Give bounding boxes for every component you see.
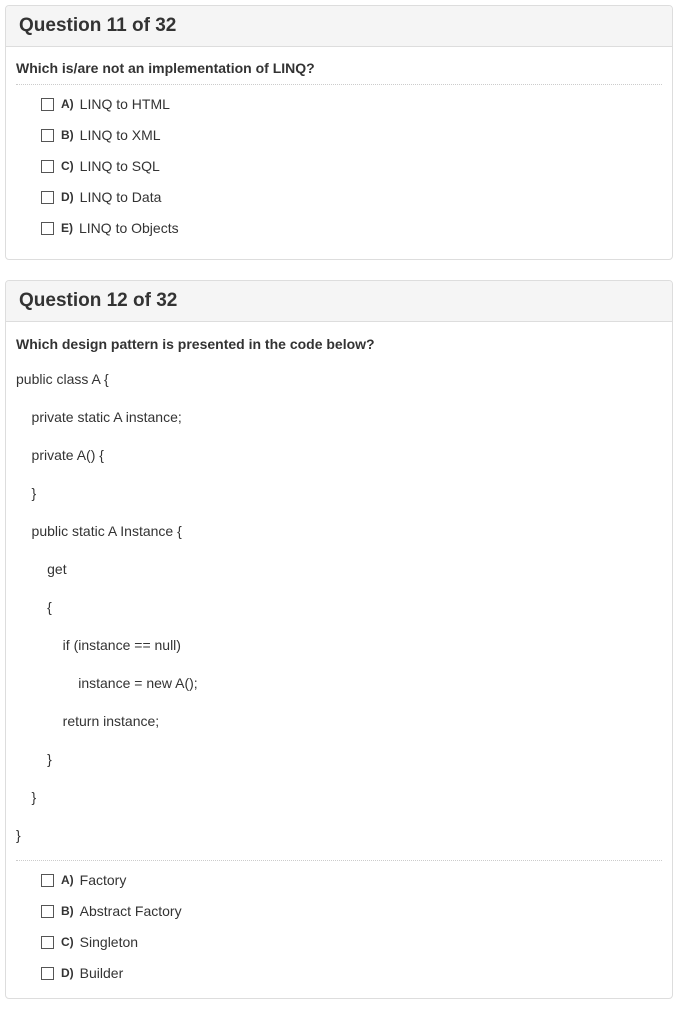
checkbox[interactable] — [41, 98, 54, 111]
question-panel: Question 12 of 32 Which design pattern i… — [5, 280, 673, 999]
code-line: return instance; — [16, 713, 160, 729]
answer-option-d[interactable]: D) LINQ to Data — [41, 182, 662, 213]
option-letter: A) — [61, 873, 74, 887]
answer-option-c[interactable]: C) Singleton — [41, 927, 662, 958]
answer-option-a[interactable]: A) LINQ to HTML — [41, 89, 662, 120]
option-text: Abstract Factory — [79, 903, 182, 919]
option-letter: C) — [61, 159, 74, 173]
question-text: Which design pattern is presented in the… — [16, 336, 375, 352]
code-line: } — [16, 827, 21, 843]
option-text: Singleton — [79, 934, 139, 950]
code-line: get — [16, 561, 67, 577]
checkbox[interactable] — [41, 905, 54, 918]
checkbox[interactable] — [41, 222, 54, 235]
answer-option-e[interactable]: E) LINQ to Objects — [41, 213, 662, 244]
checkbox[interactable] — [41, 160, 54, 173]
question-header: Question 11 of 32 — [6, 6, 672, 47]
question-title: Question 11 of 32 — [19, 15, 177, 36]
checkbox[interactable] — [41, 936, 54, 949]
question-title: Question 12 of 32 — [19, 290, 178, 311]
option-text: LINQ to Data — [79, 189, 162, 205]
code-line: { — [16, 599, 52, 615]
option-letter: A) — [61, 97, 74, 111]
question-body: Which is/are not an implementation of LI… — [6, 47, 672, 244]
checkbox[interactable] — [41, 129, 54, 142]
answer-option-d[interactable]: D) Builder — [41, 958, 662, 989]
code-line: } — [16, 485, 37, 501]
checkbox[interactable] — [41, 191, 54, 204]
answer-option-a[interactable]: A) Factory — [41, 865, 662, 896]
question-body: Which design pattern is presented in the… — [6, 322, 672, 989]
checkbox[interactable] — [41, 967, 54, 980]
option-letter: E) — [61, 221, 73, 235]
code-line: public class A { — [16, 371, 109, 387]
answer-option-b[interactable]: B) LINQ to XML — [41, 120, 662, 151]
code-line: private static A instance; — [16, 409, 182, 425]
option-text: Builder — [79, 965, 124, 981]
option-letter: D) — [61, 966, 74, 980]
code-line: private A() { — [16, 447, 104, 463]
code-line: instance = new A(); — [16, 675, 198, 691]
question-panel: Question 11 of 32 Which is/are not an im… — [5, 5, 673, 260]
option-text: LINQ to XML — [79, 127, 161, 143]
option-text: Factory — [79, 872, 127, 888]
option-text: LINQ to Objects — [79, 220, 179, 236]
option-text: LINQ to SQL — [79, 158, 160, 174]
option-letter: B) — [61, 128, 74, 142]
answer-options: A) Factory B) Abstract Factory C) Single… — [16, 861, 662, 989]
answer-option-c[interactable]: C) LINQ to SQL — [41, 151, 662, 182]
code-line: } — [16, 751, 52, 767]
option-letter: C) — [61, 935, 74, 949]
answer-option-b[interactable]: B) Abstract Factory — [41, 896, 662, 927]
question-header: Question 12 of 32 — [6, 281, 672, 322]
option-letter: B) — [61, 904, 74, 918]
code-line: if (instance == null) — [16, 637, 181, 653]
code-line: public static A Instance { — [16, 523, 182, 539]
code-block: public class A { private static A instan… — [16, 360, 662, 854]
option-text: LINQ to HTML — [79, 96, 170, 112]
code-line: } — [16, 789, 37, 805]
question-text: Which is/are not an implementation of LI… — [16, 60, 315, 76]
checkbox[interactable] — [41, 874, 54, 887]
answer-options: A) LINQ to HTML B) LINQ to XML C) LINQ t… — [16, 85, 662, 244]
option-letter: D) — [61, 190, 74, 204]
